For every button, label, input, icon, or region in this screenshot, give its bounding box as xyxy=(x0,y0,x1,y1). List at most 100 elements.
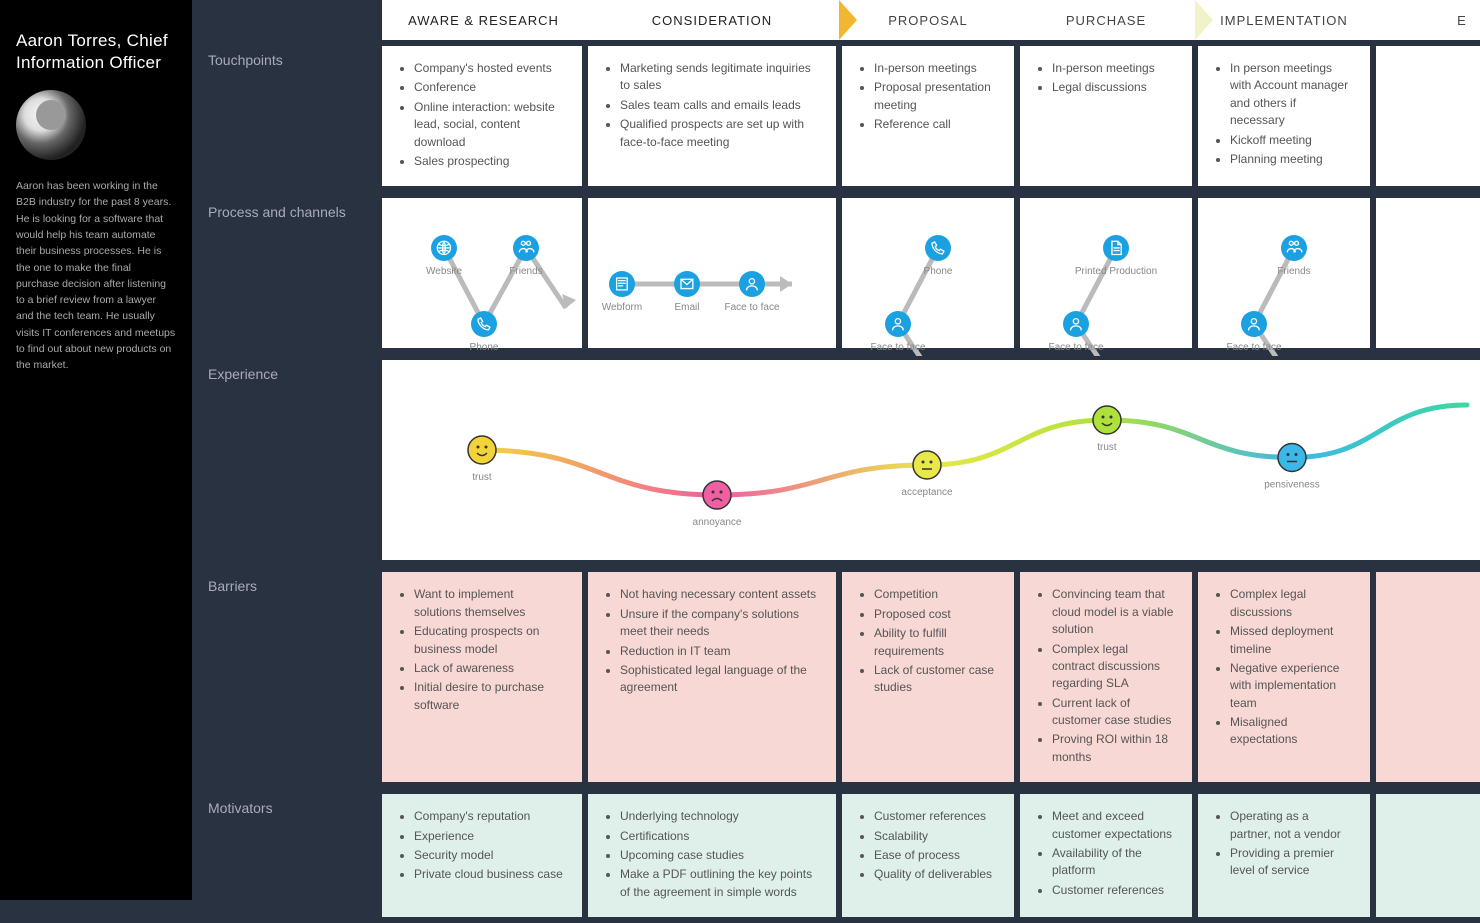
stage-2: PROPOSAL xyxy=(839,0,1017,40)
list-item: Proposal presentation meeting xyxy=(874,79,996,114)
list-item: Company's reputation xyxy=(414,808,564,825)
form-icon: Webform xyxy=(602,271,642,313)
list-item: Sales prospecting xyxy=(414,153,564,170)
svg-text:Phone: Phone xyxy=(924,266,953,277)
email-icon: Email xyxy=(674,271,700,313)
list-item: Ability to fulfill requirements xyxy=(874,625,996,660)
list-item: Operating as a partner, not a vendor xyxy=(1230,808,1352,843)
svg-text:Email: Email xyxy=(674,302,699,313)
list-item: Ease of process xyxy=(874,847,996,864)
svg-text:Printed Production: Printed Production xyxy=(1075,266,1157,277)
motivators-cell-4: Operating as a partner, not a vendorProv… xyxy=(1198,794,1370,917)
persona-bio: Aaron has been working in the B2B indust… xyxy=(16,178,176,373)
barriers-cell-0: Want to implement solutions themselvesEd… xyxy=(382,572,582,782)
list-item: Company's hosted events xyxy=(414,60,564,77)
list-item: Lack of awareness xyxy=(414,660,564,677)
svg-text:Face to face: Face to face xyxy=(1048,342,1103,353)
svg-text:Face to face: Face to face xyxy=(724,302,779,313)
person-icon: Face to face xyxy=(724,271,779,313)
list-item: Experience xyxy=(414,828,564,845)
row-label-touchpoints: Touchpoints xyxy=(192,40,382,68)
process-cell-1: Webform Email Face to face xyxy=(588,198,836,348)
people-icon: Friends xyxy=(1277,235,1310,277)
motivators-cell-0: Company's reputation Experience Security m… xyxy=(382,794,582,917)
list-item: Kickoff meeting xyxy=(1230,132,1352,149)
experience-label: annoyance xyxy=(693,517,742,528)
list-item: Educating prospects on business model xyxy=(414,623,564,658)
list-item: In-person meetings xyxy=(1052,60,1174,77)
list-item: Quality of deliverables xyxy=(874,866,996,883)
process-cell-4: FriendsFace to face xyxy=(1198,198,1370,348)
experience-label: trust xyxy=(472,472,492,483)
list-item: Qualified prospects are set up with face… xyxy=(620,116,818,151)
list-item: Customer references xyxy=(874,808,996,825)
motivators-cell-1: Underlying technologyCertificationsUpcom… xyxy=(588,794,836,917)
list-item: Providing a premier level of service xyxy=(1230,845,1352,880)
svg-text:Webform: Webform xyxy=(602,302,642,313)
svg-text:Website: Website xyxy=(426,266,462,277)
barriers-cell-5 xyxy=(1376,572,1480,782)
list-item: In person meetings with Account manager … xyxy=(1230,60,1352,130)
row-label-motivators: Motivators xyxy=(192,788,382,816)
list-item: Security model xyxy=(414,847,564,864)
list-item: Complex legal contract discussions regar… xyxy=(1052,641,1174,693)
row-label-experience: Experience xyxy=(192,354,382,382)
list-item: Missed deployment timeline xyxy=(1230,623,1352,658)
list-item: Make a PDF outlining the key points of t… xyxy=(620,866,818,901)
list-item: Negative experience with implementation … xyxy=(1230,660,1352,712)
list-item: Sales team calls and emails leads xyxy=(620,97,818,114)
list-item: Current lack of customer case studies xyxy=(1052,695,1174,730)
list-item: Reference call xyxy=(874,116,996,133)
barriers-cell-4: Complex legal discussionsMissed deployme… xyxy=(1198,572,1370,782)
list-item: Not having necessary content assets xyxy=(620,586,818,603)
avatar xyxy=(16,90,86,160)
motivators-cell-3: Meet and exceed customer expectationsAva… xyxy=(1020,794,1192,917)
touchpoints-cell-0: Company's hosted eventsConferenceOnline … xyxy=(382,46,582,186)
person-icon: Face to face xyxy=(870,311,925,353)
list-item: Competition xyxy=(874,586,996,603)
list-item: Online interaction: website lead, social… xyxy=(414,99,564,151)
list-item: Proposed cost xyxy=(874,606,996,623)
person-icon: Face to face xyxy=(1048,311,1103,353)
experience-chart: trustannoyanceacceptancetrustpensiveness xyxy=(382,360,1480,560)
list-item: Planning meeting xyxy=(1230,151,1352,168)
people-icon: Friends xyxy=(509,235,542,277)
stage-header: AWARE & RESEARCHCONSIDERATIONPROPOSALPUR… xyxy=(382,0,1480,40)
touchpoints-cell-4: In person meetings with Account manager … xyxy=(1198,46,1370,186)
list-item: Complex legal discussions xyxy=(1230,586,1352,621)
barriers-cell-1: Not having necessary content assets Unsur… xyxy=(588,572,836,782)
stage-1: CONSIDERATION xyxy=(585,0,839,40)
list-item: Marketing sends legitimate inquiries to … xyxy=(620,60,818,95)
process-cell-2: PhoneFace to face xyxy=(842,198,1014,348)
list-item: Proving ROI within 18 months xyxy=(1052,731,1174,766)
list-item: Unsure if the company's solutions meet t… xyxy=(620,606,818,641)
list-item: Customer references xyxy=(1052,882,1174,899)
phone-icon: Phone xyxy=(924,235,953,277)
touchpoints-cell-3: In-person meetingsLegal discussions xyxy=(1020,46,1192,186)
list-item: Sophisticated legal language of the agre… xyxy=(620,662,818,697)
persona-name: Aaron Torres, Chief Information Officer xyxy=(16,30,176,74)
stage-4: IMPLEMENTATION xyxy=(1195,0,1373,40)
list-item: Want to implement solutions themselves xyxy=(414,586,564,621)
stage-5: E xyxy=(1373,0,1480,40)
experience-label: pensiveness xyxy=(1264,480,1320,491)
svg-text:Face to face: Face to face xyxy=(1226,342,1281,353)
globe-icon: Website xyxy=(426,235,462,277)
list-item: Convincing team that cloud model is a vi… xyxy=(1052,586,1174,638)
list-item: Reduction in IT team xyxy=(620,643,818,660)
list-item: Lack of customer case studies xyxy=(874,662,996,697)
journey-map: AWARE & RESEARCHCONSIDERATIONPROPOSALPUR… xyxy=(192,0,1480,900)
process-cell-5 xyxy=(1376,198,1480,348)
touchpoints-cell-5 xyxy=(1376,46,1480,186)
person-icon: Face to face xyxy=(1226,311,1281,353)
barriers-cell-3: Convincing team that cloud model is a vi… xyxy=(1020,572,1192,782)
process-cell-0: WebsitePhoneFriends xyxy=(382,198,582,348)
doc-icon: Printed Production xyxy=(1075,235,1157,277)
list-item: Certifications xyxy=(620,828,818,845)
list-item: In-person meetings xyxy=(874,60,996,77)
barriers-cell-2: Competition Proposed cost Ability to fulfi… xyxy=(842,572,1014,782)
touchpoints-cell-1: Marketing sends legitimate inquiries to … xyxy=(588,46,836,186)
process-cell-3: Printed ProductionFace to face xyxy=(1020,198,1192,348)
list-item: Initial desire to purchase software xyxy=(414,679,564,714)
stage-0: AWARE & RESEARCH xyxy=(382,0,585,40)
